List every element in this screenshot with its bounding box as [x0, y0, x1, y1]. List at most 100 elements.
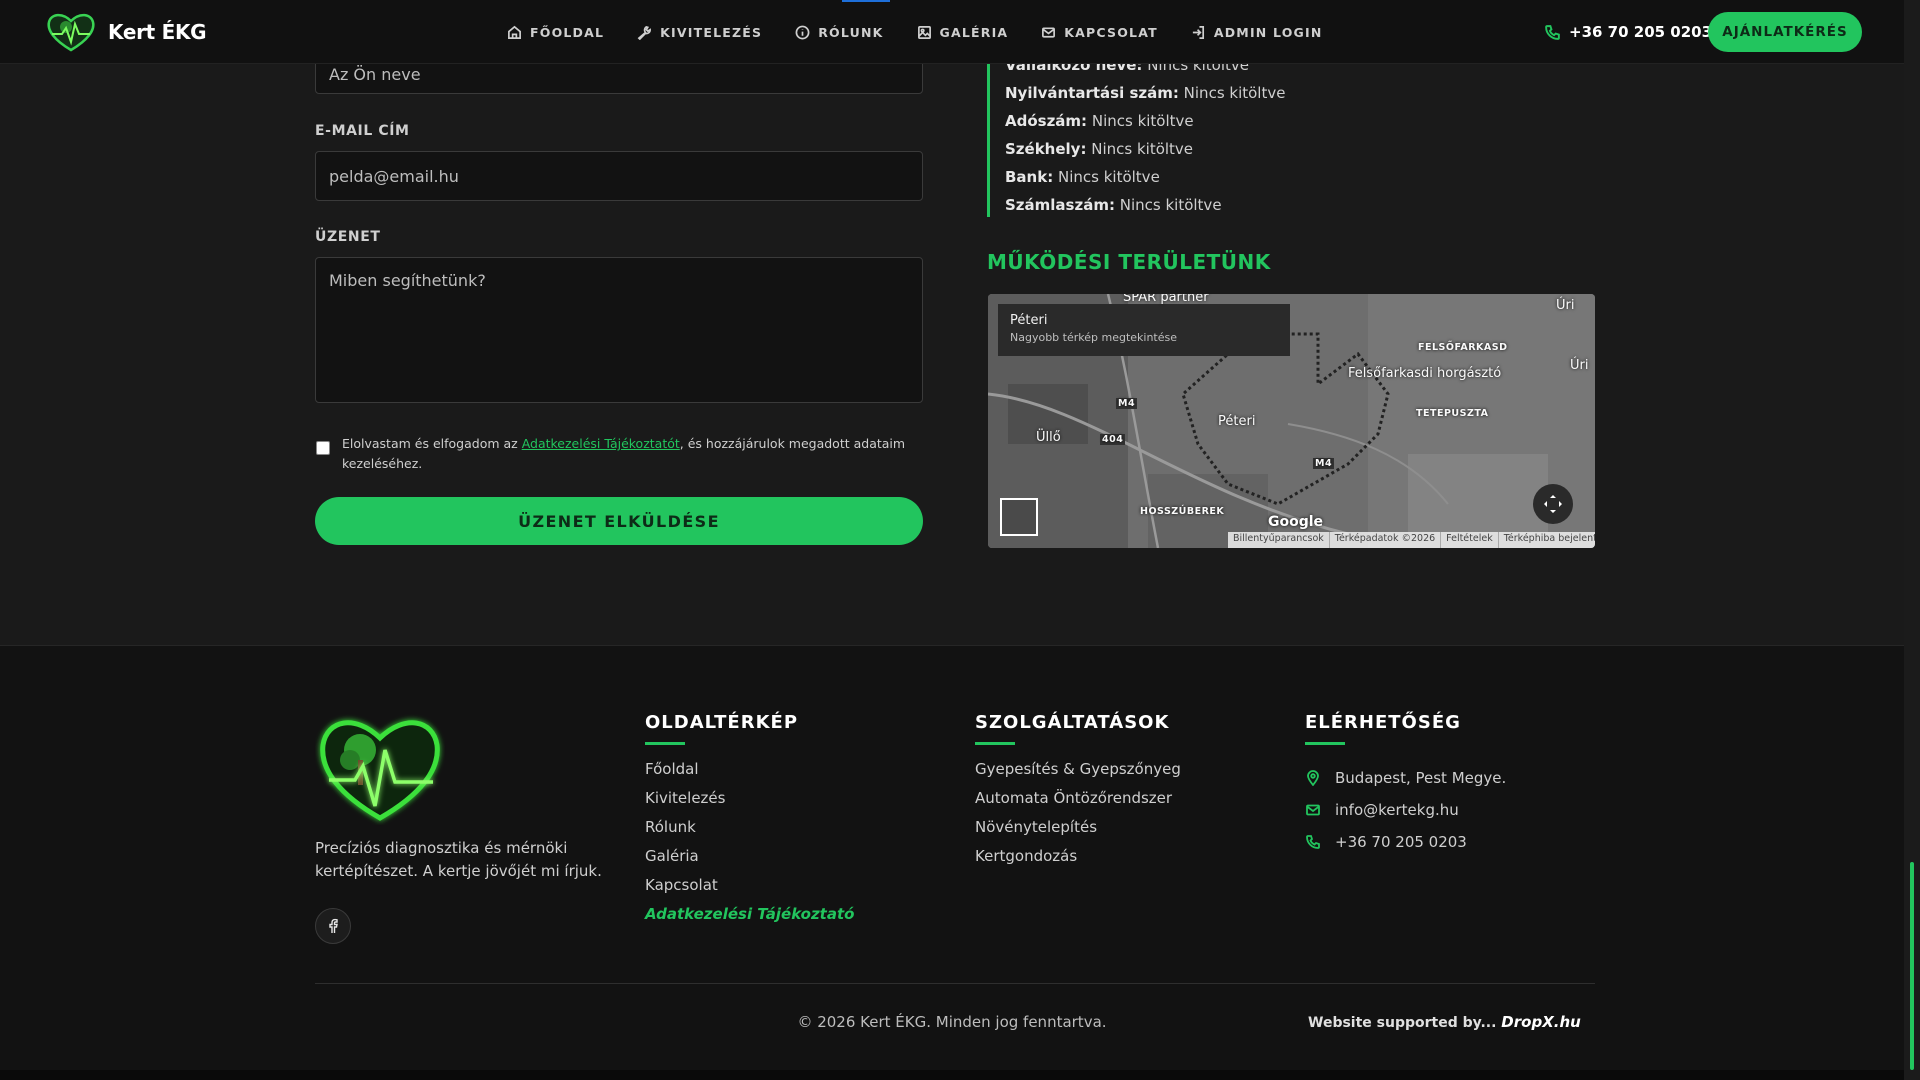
page-scrollbar[interactable] [1904, 0, 1920, 1080]
google-logo: Google [1268, 514, 1324, 530]
info-value: Nincs kitöltve [1119, 196, 1222, 214]
phone-icon [1545, 24, 1560, 40]
nav-menu: FŐOLDAL KIVITELEZÉS RÓLUNK GALÉRIA KAPCS… [507, 0, 1323, 64]
footer [0, 645, 1904, 1070]
nav-item-home[interactable]: FŐOLDAL [507, 25, 604, 40]
facebook-icon [329, 918, 338, 933]
bottom-edge [0, 1070, 1904, 1080]
footer-link-construction[interactable]: Kivitelezés [645, 789, 854, 818]
map-label-hosszuberek: HOSSZÚBEREK [1140, 506, 1225, 517]
info-value: Nincs kitöltve [1058, 168, 1160, 186]
info-key: Számlaszám: [1005, 196, 1115, 214]
company-info-row: Bank: Nincs kitöltve [1005, 168, 1285, 196]
footer-divider [315, 983, 1595, 984]
info-key: Nyilvántartási szám: [1005, 84, 1179, 102]
image-icon [917, 25, 931, 39]
dropx-logo: DropX.hu [1501, 1013, 1581, 1031]
scrollbar-thumb[interactable] [1910, 862, 1914, 1070]
info-accent-bar [987, 52, 990, 217]
login-icon [1192, 25, 1204, 39]
map-label-uri: Úri [1570, 358, 1589, 373]
report-error-link[interactable]: Térképhiba bejelentése [1499, 532, 1595, 548]
consent-text: Elolvastam és elfogadom az Adatkezelési … [342, 434, 922, 474]
email-input[interactable]: pelda@email.hu [315, 151, 923, 201]
info-key: Adószám: [1005, 112, 1088, 130]
contact-title: ELÉRHETŐSÉG [1305, 712, 1461, 733]
map-road-m4: M4 [1116, 398, 1138, 409]
mail-icon [1042, 26, 1056, 38]
map-road-404: 404 [1100, 434, 1126, 445]
map-attribution: Billentyűparancsok Térképadatok ©2026 Fe… [1228, 532, 1595, 548]
footer-service-item[interactable]: Gyepesítés & Gyepszőnyeg [975, 760, 1181, 789]
services-title-underline [975, 742, 1015, 745]
company-info-row: Nyilvántartási szám: Nincs kitöltve [1005, 84, 1285, 112]
map-place-title: Péteri [1010, 313, 1048, 328]
map-label-uri: Úri [1556, 298, 1575, 313]
keyboard-shortcuts-link[interactable]: Billentyűparancsok [1228, 532, 1330, 548]
nav-item-gallery[interactable]: GALÉRIA [917, 25, 1009, 40]
move-arrows-icon [1544, 495, 1562, 513]
contact-phone[interactable]: +36 70 205 0203 [1305, 833, 1467, 851]
contact-address-text: Budapest, Pest Megye. [1335, 769, 1507, 787]
email-label: E-MAIL CÍM [315, 123, 410, 139]
terms-link[interactable]: Feltételek [1441, 532, 1499, 548]
company-info-row: Számlaszám: Nincs kitöltve [1005, 196, 1285, 224]
nav-item-about[interactable]: RÓLUNK [795, 25, 883, 40]
info-key: Székhely: [1005, 140, 1087, 158]
nav-item-admin-login[interactable]: ADMIN LOGIN [1191, 25, 1323, 40]
sitemap-list: Főoldal Kivitelezés Rólunk Galéria Kapcs… [645, 760, 854, 934]
quote-request-button[interactable]: AJÁNLATKÉRÉS [1708, 12, 1862, 52]
contact-email[interactable]: info@kertekg.hu [1305, 801, 1459, 819]
footer-link-contact[interactable]: Kapcsolat [645, 876, 854, 905]
message-textarea[interactable]: Miben segíthetünk? [315, 257, 923, 403]
brand-link[interactable]: Kert ÉKG [44, 10, 207, 54]
services-title: SZOLGÁLTATÁSOK [975, 712, 1170, 733]
footer-service-item[interactable]: Növénytelepítés [975, 818, 1181, 847]
heart-ekg-logo-icon [47, 13, 95, 52]
message-placeholder: Miben segíthetünk? [329, 271, 486, 290]
map-label-peteri: Péteri [1218, 414, 1256, 429]
map-camera-control[interactable] [1533, 484, 1573, 524]
nav-item-construction[interactable]: KIVITELEZÉS [637, 25, 762, 40]
company-info-list: Vállalkozó neve: Nincs kitöltve Nyilvánt… [1005, 56, 1285, 224]
map-road-m4: M4 [1313, 458, 1335, 469]
nav-item-label: KAPCSOLAT [1064, 24, 1158, 40]
sitemap-title-underline [645, 742, 685, 745]
footer-link-privacy-policy[interactable]: Adatkezelési Tájékoztató [645, 905, 854, 934]
contact-address: Budapest, Pest Megye. [1305, 769, 1506, 787]
info-value: Nincs kitöltve [1183, 84, 1286, 102]
footer-link-home[interactable]: Főoldal [645, 760, 854, 789]
nav-phone-link[interactable]: +36 70 205 0203 [1544, 0, 1712, 64]
map-place-card: Péteri Nagyobb térkép megtekintése [998, 304, 1290, 356]
map-label-tetepuszta: TETEPUSZTA [1416, 408, 1489, 419]
nav-item-label: ADMIN LOGIN [1213, 24, 1323, 40]
footer-service-item[interactable]: Kertgondozás [975, 847, 1181, 876]
footer-link-gallery[interactable]: Galéria [645, 847, 854, 876]
nav-item-contact[interactable]: KAPCSOLAT [1041, 25, 1158, 40]
map-layer-toggle[interactable] [1000, 498, 1038, 536]
heart-ekg-logo-icon [320, 720, 440, 821]
consent-prefix: Elolvastam és elfogadom az [342, 436, 522, 451]
wrench-icon [637, 25, 652, 40]
map-label-spar: SPAR partner [1123, 294, 1209, 305]
company-info-row: Székhely: Nincs kitöltve [1005, 140, 1285, 168]
send-message-button[interactable]: ÜZENET ELKÜLDÉSE [315, 497, 923, 545]
copyright-text: © 2026 Kert ÉKG. Minden jog fenntartva. [797, 1013, 1107, 1031]
service-area-map[interactable]: Péteri Nagyobb térkép megtekintése SPAR … [988, 294, 1595, 548]
message-label: ÜZENET [315, 229, 381, 245]
map-label-felsofarkasd: FELSŐFARKASD [1418, 342, 1508, 353]
supported-by[interactable]: Website supported by... DropX.hu [1308, 1013, 1581, 1031]
services-list: Gyepesítés & Gyepszőnyeg Automata Öntöző… [975, 760, 1181, 876]
nav-item-label: GALÉRIA [939, 24, 1009, 40]
nav-item-label: KIVITELEZÉS [660, 24, 763, 40]
contact-phone-text: +36 70 205 0203 [1335, 833, 1467, 851]
privacy-policy-link[interactable]: Adatkezelési Tájékoztatót [522, 436, 680, 451]
consent-checkbox[interactable] [316, 441, 330, 455]
home-icon [508, 25, 521, 39]
footer-link-about[interactable]: Rólunk [645, 818, 854, 847]
larger-map-link[interactable]: Nagyobb térkép megtekintése [1010, 331, 1278, 344]
facebook-link[interactable] [315, 908, 351, 944]
nav-phone-number: +36 70 205 0203 [1569, 23, 1713, 41]
footer-service-item[interactable]: Automata Öntözőrendszer [975, 789, 1181, 818]
service-area-title: MŰKÖDÉSI TERÜLETÜNK [987, 250, 1271, 274]
